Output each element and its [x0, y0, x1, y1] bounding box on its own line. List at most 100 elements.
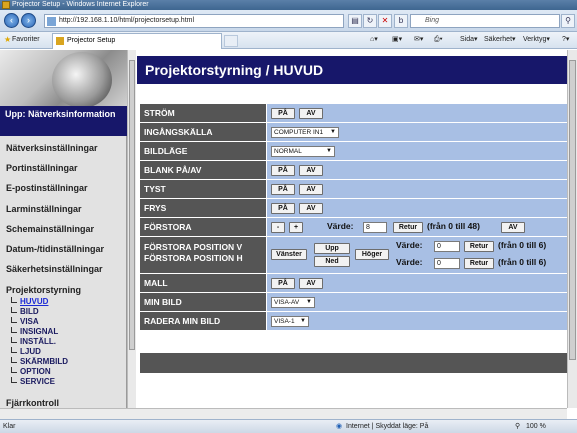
- position-down-button[interactable]: Ned: [314, 256, 350, 267]
- search-icon[interactable]: ⚲: [561, 14, 575, 28]
- value-h-label: Värde:: [396, 257, 423, 267]
- tree-connector: [11, 297, 17, 303]
- row-value: COMPUTER IN1 ▼: [267, 123, 567, 141]
- template-off-button[interactable]: AV: [299, 278, 323, 289]
- freeze-off-button[interactable]: AV: [299, 203, 323, 214]
- sidebar-header-link[interactable]: Upp: Nätverksinformation: [0, 106, 127, 136]
- input-source-select[interactable]: COMPUTER IN1 ▼: [271, 127, 339, 138]
- forward-icon[interactable]: ›: [21, 13, 36, 28]
- sidebar-subitem-ljud[interactable]: LJUD: [10, 347, 41, 357]
- tools-menu[interactable]: Verktyg▾: [523, 35, 550, 45]
- home-icon[interactable]: ⌂▾: [370, 35, 378, 45]
- row-value: PÅ AV: [267, 274, 567, 292]
- security-zone[interactable]: Internet | Skyddat läge: På: [346, 420, 428, 433]
- erase-my-image-select[interactable]: VISA-1 ▼: [271, 316, 309, 327]
- sidebar-item-email[interactable]: E-postinställningar: [6, 183, 88, 194]
- power-on-button[interactable]: PÅ: [271, 108, 295, 119]
- position-right-button[interactable]: Höger: [355, 249, 389, 260]
- mail-icon[interactable]: ✉▾: [414, 35, 423, 45]
- feeds-icon[interactable]: ▣▾: [392, 35, 402, 45]
- stop-icon[interactable]: ✕: [378, 14, 392, 28]
- print-icon[interactable]: ⎙▾: [434, 35, 443, 45]
- tree-connector: [11, 337, 17, 343]
- row-picture-mode: BILDLÄGE NORMAL ▼: [140, 142, 567, 160]
- search-input[interactable]: Bing: [410, 14, 560, 28]
- favorites-button[interactable]: ★ Favoriter: [4, 35, 40, 45]
- row-freeze: FRYS PÅ AV: [140, 199, 567, 217]
- blank-off-button[interactable]: AV: [299, 165, 323, 176]
- projector-lens-logo: [0, 50, 127, 110]
- globe-icon: ◉: [336, 423, 343, 430]
- back-icon[interactable]: ‹: [4, 13, 19, 28]
- blank-on-button[interactable]: PÅ: [271, 165, 295, 176]
- sidebar-item-schedule[interactable]: Schemainställningar: [6, 224, 94, 235]
- row-label: STRÖM: [140, 104, 266, 122]
- row-blank: BLANK PÅ/AV PÅ AV: [140, 161, 567, 179]
- sidebar-subitem-skarmbild[interactable]: SKÄRMBILD: [10, 357, 68, 367]
- address-toolbar: ‹ › http://192.168.1.10/html/projectorse…: [0, 10, 577, 32]
- row-label: TYST: [140, 180, 266, 198]
- my-image-select[interactable]: VISA-AV ▼: [271, 297, 315, 308]
- row-label: MIN BILD: [140, 293, 266, 311]
- sidebar-subitem-option[interactable]: OPTION: [10, 367, 51, 377]
- new-tab-button[interactable]: [224, 35, 238, 47]
- page-scroll-thumb[interactable]: [569, 60, 576, 360]
- sidebar-item-alarms[interactable]: Larminställningar: [6, 204, 82, 215]
- compat-view-icon[interactable]: ▤: [348, 14, 362, 28]
- page-menu[interactable]: Sida▾: [460, 35, 478, 45]
- security-menu[interactable]: Säkerhet▾: [484, 35, 516, 45]
- window-title: Projector Setup - Windows Internet Explo…: [12, 1, 149, 8]
- magnify-off-button[interactable]: AV: [501, 222, 525, 233]
- position-h-range: (från 0 till 6): [498, 257, 547, 267]
- sidebar-item-datetime[interactable]: Datum-/tidinställningar: [6, 244, 104, 255]
- sidebar-item-network[interactable]: Nätverksinställningar: [6, 143, 98, 154]
- position-v-submit-button[interactable]: Retur: [464, 241, 494, 252]
- position-up-button[interactable]: Upp: [314, 243, 350, 254]
- position-left-button[interactable]: Vänster: [271, 249, 307, 260]
- sidebar-scroll-thumb[interactable]: [129, 60, 135, 350]
- row-magnify: FÖRSTORA - + Värde: 8 Retur (från 0 till…: [140, 218, 567, 236]
- magnify-plus-button[interactable]: +: [289, 222, 303, 233]
- search-engine-icon[interactable]: b: [394, 14, 408, 28]
- sidebar-subitem-visa[interactable]: VISA: [10, 317, 39, 327]
- horizontal-scrollbar[interactable]: [0, 408, 567, 419]
- magnify-minus-button[interactable]: -: [271, 222, 285, 233]
- picture-mode-select[interactable]: NORMAL ▼: [271, 146, 335, 157]
- position-v-range: (från 0 till 6): [498, 240, 547, 250]
- subitem-label: INSTÄLL.: [20, 337, 56, 346]
- row-value: VISA-AV ▼: [267, 293, 567, 311]
- sidebar-subitem-service[interactable]: SERVICE: [10, 377, 55, 387]
- row-mute: TYST PÅ AV: [140, 180, 567, 198]
- row-input-source: INGÅNGSKÄLLA COMPUTER IN1 ▼: [140, 123, 567, 141]
- tools-menu-label: Verktyg: [523, 36, 547, 43]
- magnify-submit-button[interactable]: Retur: [393, 222, 423, 233]
- position-h-input[interactable]: 0: [434, 258, 460, 269]
- template-on-button[interactable]: PÅ: [271, 278, 295, 289]
- subitem-label: INSIGNAL: [20, 327, 59, 336]
- help-icon[interactable]: ?▾: [562, 35, 569, 45]
- zoom-level[interactable]: 100 %: [526, 420, 546, 433]
- magnify-value-input[interactable]: 8: [363, 222, 387, 233]
- refresh-icon[interactable]: ↻: [363, 14, 377, 28]
- mute-on-button[interactable]: PÅ: [271, 184, 295, 195]
- tree-connector: [11, 327, 17, 333]
- position-h-submit-button[interactable]: Retur: [464, 258, 494, 269]
- sidebar-subitem-bild[interactable]: BILD: [10, 307, 39, 317]
- power-off-button[interactable]: AV: [299, 108, 323, 119]
- position-v-input[interactable]: 0: [434, 241, 460, 252]
- sidebar-item-security[interactable]: Säkerhetsinställningar: [6, 264, 103, 275]
- sidebar-group-projector-control[interactable]: Projektorstyrning: [6, 285, 81, 296]
- mute-off-button[interactable]: AV: [299, 184, 323, 195]
- freeze-on-button[interactable]: PÅ: [271, 203, 295, 214]
- sidebar-subitem-huvud[interactable]: HUVUD: [10, 297, 48, 307]
- address-input[interactable]: http://192.168.1.10/html/projectorsetup.…: [44, 14, 344, 28]
- row-label: BLANK PÅ/AV: [140, 161, 266, 179]
- sidebar-subitem-insignal[interactable]: INSIGNAL: [10, 327, 58, 337]
- subitem-label: HUVUD: [20, 297, 49, 306]
- page-scrollbar[interactable]: [567, 50, 577, 408]
- sidebar-subitem-installning[interactable]: INSTÄLL.: [10, 337, 56, 347]
- browser-tab[interactable]: Projector Setup: [52, 33, 222, 49]
- sidebar-item-ports[interactable]: Portinställningar: [6, 163, 78, 174]
- sidebar-scrollbar[interactable]: [127, 50, 136, 408]
- ie-page-icon: [2, 1, 10, 9]
